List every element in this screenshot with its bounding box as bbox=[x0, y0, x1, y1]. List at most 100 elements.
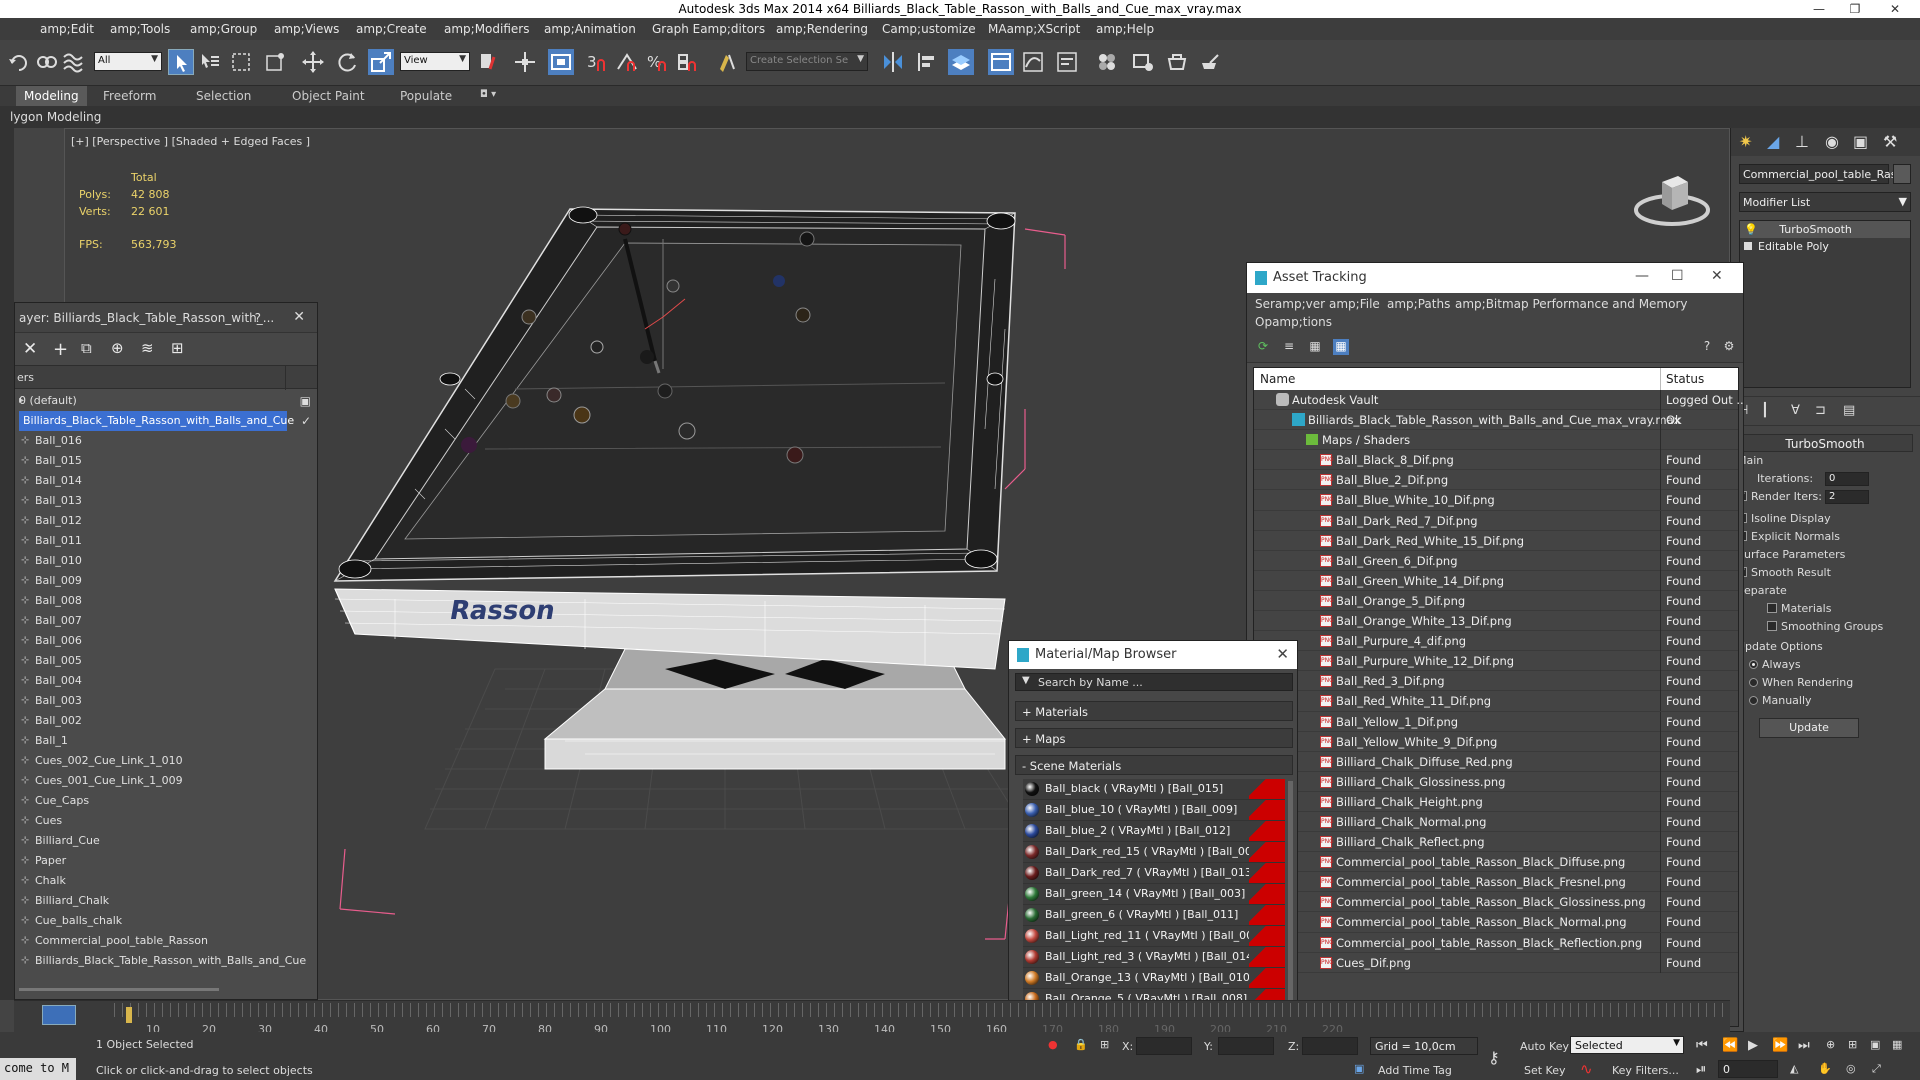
hierarchy-tab-icon[interactable]: ⊥ bbox=[1795, 132, 1809, 151]
fov-icon[interactable]: ◭ bbox=[1790, 1062, 1798, 1075]
select-object-icon[interactable] bbox=[168, 49, 194, 75]
layer-row[interactable]: ⊹ Cues bbox=[15, 811, 317, 831]
layer-row[interactable]: ⊹ Chalk bbox=[15, 871, 317, 891]
layer-properties-icon[interactable]: ⊞ bbox=[171, 339, 184, 357]
asset-row[interactable]: PNG Cues_Dif.png Found bbox=[1254, 952, 1738, 973]
material-row[interactable]: Ball_green_14 ( VRayMtl ) [Ball_003] bbox=[1023, 884, 1285, 905]
tab-object-paint[interactable]: Object Paint bbox=[292, 89, 365, 103]
asset-row[interactable]: PNG Commercial_pool_table_Rasson_Black_Re… bbox=[1254, 932, 1738, 953]
menu-customize[interactable]: Camp;ustomize bbox=[882, 22, 976, 36]
bind-spacewarp-icon[interactable] bbox=[60, 49, 86, 75]
next-frame-icon[interactable]: ⏩ bbox=[1772, 1038, 1788, 1053]
menu-edit[interactable]: amp;Edit bbox=[40, 22, 94, 36]
layer-column-header[interactable]: ers bbox=[15, 365, 317, 390]
layer-row[interactable]: ⊹ Cues_001_Cue_Link_1_009 bbox=[15, 771, 317, 791]
layer-row[interactable]: ▸ 0 (default) ▣ bbox=[15, 391, 317, 411]
selection-filter-dropdown[interactable]: All ▼ bbox=[94, 52, 162, 71]
layer-row[interactable]: ⊹ Ball_010 bbox=[15, 551, 317, 571]
modify-tab-icon[interactable]: ◢ bbox=[1767, 132, 1779, 151]
materials-checkbox[interactable] bbox=[1767, 603, 1777, 613]
align-icon[interactable] bbox=[914, 49, 940, 75]
bulb-icon[interactable]: 💡 bbox=[1744, 223, 1758, 236]
table-view-icon[interactable]: ▦ bbox=[1333, 339, 1349, 355]
column-status[interactable]: Status bbox=[1666, 372, 1704, 386]
layer-row[interactable]: ⊹ Ball_008 bbox=[15, 591, 317, 611]
menu-options[interactable]: Opamp;tions bbox=[1255, 315, 1332, 329]
viewport-label[interactable]: [+] [Perspective ] [Shaded + Edged Faces… bbox=[71, 135, 310, 148]
pan-icon[interactable]: ✋ bbox=[1818, 1062, 1832, 1075]
asset-row[interactable]: PNG Ball_Dark_Red_White_15_Dif.png Found bbox=[1254, 530, 1738, 551]
render-frame-icon[interactable] bbox=[1164, 49, 1190, 75]
current-layer-check-icon[interactable]: ✓ bbox=[301, 411, 311, 431]
asset-row[interactable]: PNG Ball_Purpure_4_dif.png Found bbox=[1254, 631, 1738, 652]
isolate-icon[interactable]: ● bbox=[1048, 1038, 1058, 1051]
delete-layer-icon[interactable]: ✕ bbox=[23, 339, 37, 359]
maximize-icon[interactable]: ☐ bbox=[1671, 268, 1684, 284]
layer-row[interactable]: ⊹ Commercial_pool_table_Rasson bbox=[15, 931, 317, 951]
zoom-extents-icon[interactable]: ▣ bbox=[1870, 1038, 1880, 1051]
menu-animation[interactable]: amp;Animation bbox=[544, 22, 636, 36]
add-time-tag[interactable]: Add Time Tag bbox=[1378, 1064, 1452, 1077]
ref-coord-dropdown[interactable]: View ▼ bbox=[400, 52, 470, 71]
close-icon[interactable]: ✕ bbox=[293, 309, 305, 325]
show-end-result-icon[interactable]: ┃ bbox=[1761, 403, 1769, 418]
detail-view-icon[interactable]: ▦ bbox=[1307, 339, 1323, 355]
layer-row[interactable]: ⊹ Ball_007 bbox=[15, 611, 317, 631]
vertical-scrollbar[interactable] bbox=[1288, 781, 1293, 1001]
x-coordinate-field[interactable] bbox=[1136, 1037, 1192, 1055]
asset-row[interactable]: PNG Ball_Green_6_Dif.png Found bbox=[1254, 550, 1738, 571]
material-row[interactable]: Ball_Light_red_3 ( VRayMtl ) [Ball_014] bbox=[1023, 947, 1285, 968]
menu-server[interactable]: Seramp;ver bbox=[1255, 297, 1325, 311]
render-setup-icon[interactable] bbox=[1130, 49, 1156, 75]
add-to-layer-icon[interactable]: ⧉ bbox=[81, 339, 92, 357]
always-radio[interactable] bbox=[1749, 660, 1758, 669]
material-editor-icon[interactable] bbox=[1094, 49, 1120, 75]
select-manipulate-icon[interactable] bbox=[512, 49, 538, 75]
help-context-icon[interactable]: ⚙ bbox=[1721, 339, 1737, 355]
asset-row[interactable]: PNG Commercial_pool_table_Rasson_Black_No… bbox=[1254, 912, 1738, 933]
help-icon[interactable]: ? bbox=[255, 311, 261, 325]
spinner-snap-icon[interactable] bbox=[674, 49, 700, 75]
close-icon[interactable]: ✕ bbox=[1276, 645, 1289, 663]
asset-row[interactable]: PNG Ball_Dark_Red_7_Dif.png Found bbox=[1254, 510, 1738, 531]
stack-item-editable-poly[interactable]: Editable Poly bbox=[1740, 238, 1910, 255]
rotate-icon[interactable] bbox=[334, 49, 360, 75]
layer-row[interactable]: ⊹ Ball_012 bbox=[15, 511, 317, 531]
tab-populate[interactable]: Populate bbox=[400, 89, 452, 103]
material-row[interactable]: Ball_black ( VRayMtl ) [Ball_015] bbox=[1023, 779, 1285, 800]
select-by-name-icon[interactable] bbox=[196, 49, 222, 75]
play-icon[interactable]: ▶ bbox=[1748, 1038, 1758, 1053]
asset-row[interactable]: Autodesk Vault Logged Out ... bbox=[1254, 390, 1743, 411]
asset-row[interactable]: PNG Ball_Red_White_11_Dif.png Found bbox=[1254, 691, 1738, 712]
section-maps[interactable]: + Maps bbox=[1015, 728, 1293, 748]
menu-help[interactable]: amp;Help bbox=[1096, 22, 1154, 36]
object-name-field[interactable]: Commercial_pool_table_Rassi bbox=[1739, 164, 1905, 184]
minimize-icon[interactable]: — bbox=[1635, 268, 1649, 284]
expand-icon[interactable] bbox=[1744, 242, 1752, 250]
close-icon[interactable]: ✕ bbox=[1711, 268, 1723, 284]
select-layer-objects-icon[interactable]: ⊕ bbox=[111, 339, 124, 357]
asset-row[interactable]: PNG Commercial_pool_table_Rasson_Black_Gl… bbox=[1254, 892, 1738, 913]
tab-selection[interactable]: Selection bbox=[196, 89, 251, 103]
layer-row[interactable]: ⊹ Billiards_Black_Table_Rasson_with_Balls… bbox=[15, 951, 317, 971]
material-row[interactable]: Ball_blue_2 ( VRayMtl ) [Ball_012] bbox=[1023, 821, 1285, 842]
rect-selection-icon[interactable] bbox=[228, 49, 254, 75]
key-mode-icon[interactable]: ⏯ bbox=[1696, 1062, 1706, 1077]
layer-row[interactable]: ⊹ Ball_014 bbox=[15, 471, 317, 491]
orbit-icon[interactable]: ◎ bbox=[1846, 1062, 1856, 1075]
y-coordinate-field[interactable] bbox=[1218, 1037, 1274, 1055]
time-slider[interactable]: 10 20 30 40 50 60 70 80 90 100 110 120 130 140 150 160 1… bbox=[14, 1000, 1730, 1036]
named-selection-dropdown[interactable]: Create Selection Se ▼ bbox=[746, 52, 868, 71]
mirror-icon[interactable] bbox=[880, 49, 906, 75]
ribbon-panel-label[interactable]: lygon Modeling bbox=[10, 110, 101, 124]
menu-group[interactable]: amp;Group bbox=[190, 22, 257, 36]
when-rendering-radio[interactable] bbox=[1749, 678, 1758, 687]
asset-row[interactable]: PNG Ball_Yellow_1_Dif.png Found bbox=[1254, 711, 1738, 732]
asset-row[interactable]: PNG Billiard_Chalk_Glossiness.png Found bbox=[1254, 771, 1738, 792]
tab-modeling[interactable]: Modeling bbox=[16, 86, 87, 106]
material-row[interactable]: Ball_Dark_red_15 ( VRayMtl ) [Ball_006] bbox=[1023, 842, 1285, 863]
object-color-swatch[interactable] bbox=[1893, 164, 1911, 184]
menu-create[interactable]: amp;Create bbox=[356, 22, 427, 36]
key-icon[interactable]: ⚷ bbox=[1488, 1048, 1500, 1067]
layer-row[interactable]: ⊹ Ball_1 bbox=[15, 731, 317, 751]
